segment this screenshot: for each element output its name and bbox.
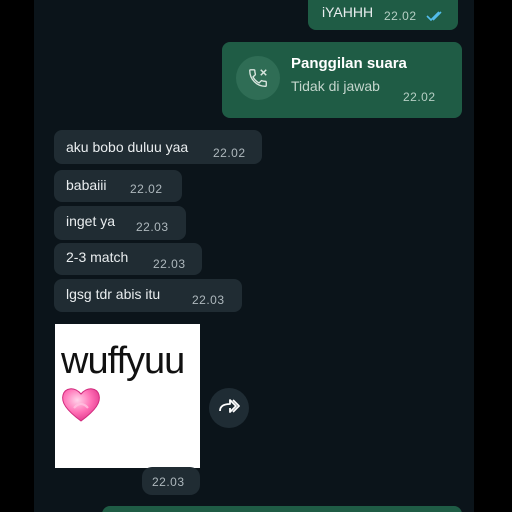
heart-icon (60, 384, 102, 429)
forward-button[interactable] (209, 388, 249, 428)
message-time: 22.03 (192, 293, 225, 307)
read-ticks-icon (426, 9, 446, 27)
chat-area: iYAHHH 22.02 Panggilan suara Tidak di ja… (34, 0, 474, 512)
incoming-message[interactable]: lgsg tdr abis itu 22.03 (54, 279, 242, 312)
incoming-message[interactable]: aku bobo duluu yaa 22.02 (54, 130, 262, 164)
message-time: 22.02 (403, 90, 436, 104)
call-status: Tidak di jawab (291, 78, 380, 94)
forward-icon (218, 398, 240, 419)
outgoing-message[interactable] (102, 506, 462, 512)
sticker-text: wuffyuu (61, 340, 185, 382)
message-time: 22.02 (130, 182, 163, 196)
voice-call-message[interactable]: Panggilan suara Tidak di jawab 22.02 (222, 42, 462, 118)
incoming-message[interactable]: inget ya 22.03 (54, 206, 186, 240)
message-time: 22.02 (213, 146, 246, 160)
incoming-message[interactable]: 2-3 match 22.03 (54, 243, 202, 275)
message-time: 22.02 (384, 9, 417, 23)
message-text: lgsg tdr abis itu (66, 286, 161, 302)
message-time: 22.03 (153, 257, 186, 271)
sticker-time-badge: 22.03 (142, 467, 200, 495)
message-text: babaiii (66, 177, 107, 193)
message-time: 22.03 (152, 475, 185, 489)
sticker-image[interactable]: wuffyuu (55, 324, 200, 468)
message-text: iYAHHH (322, 4, 374, 20)
outgoing-message[interactable]: iYAHHH 22.02 (308, 0, 458, 30)
incoming-message[interactable]: babaiii 22.02 (54, 170, 182, 202)
call-title: Panggilan suara (291, 55, 407, 72)
missed-call-icon (236, 56, 280, 100)
message-time: 22.03 (136, 220, 169, 234)
message-text: aku bobo duluu yaa (66, 139, 189, 155)
message-text: inget ya (66, 213, 116, 229)
message-text: 2-3 match (66, 249, 129, 265)
